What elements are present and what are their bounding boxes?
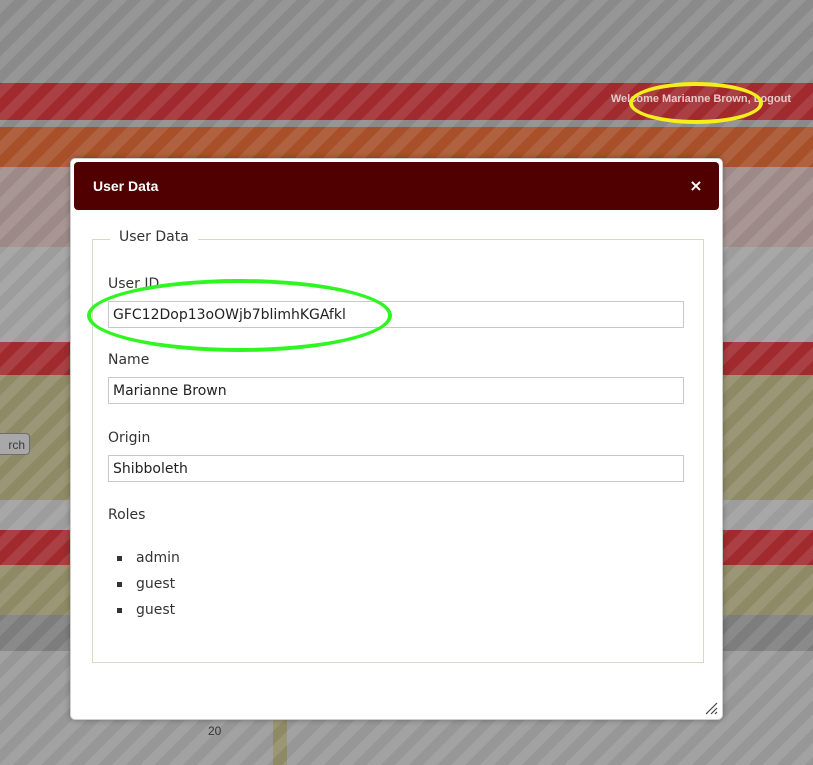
- dialog-title: User Data: [93, 178, 159, 194]
- roles-list: admin guest guest: [108, 548, 180, 626]
- fieldset-legend: User Data: [110, 229, 198, 245]
- search-button[interactable]: rch: [0, 433, 30, 455]
- highlight-ellipse-yellow: [629, 82, 763, 124]
- user-data-dialog: User Data × User Data User ID Name Origi…: [70, 158, 723, 720]
- role-item: guest: [108, 600, 180, 626]
- origin-label: Origin: [108, 430, 151, 446]
- name-field[interactable]: [108, 377, 684, 404]
- table-cell-value: 20: [208, 724, 222, 738]
- highlight-ellipse-green: [87, 279, 392, 352]
- role-item: guest: [108, 574, 180, 600]
- close-icon[interactable]: ×: [685, 175, 707, 197]
- origin-field[interactable]: [108, 455, 684, 482]
- dialog-header: User Data ×: [74, 162, 719, 210]
- resize-grip-icon[interactable]: [704, 701, 718, 715]
- roles-label: Roles: [108, 507, 146, 523]
- name-label: Name: [108, 352, 150, 368]
- role-item: admin: [108, 548, 180, 574]
